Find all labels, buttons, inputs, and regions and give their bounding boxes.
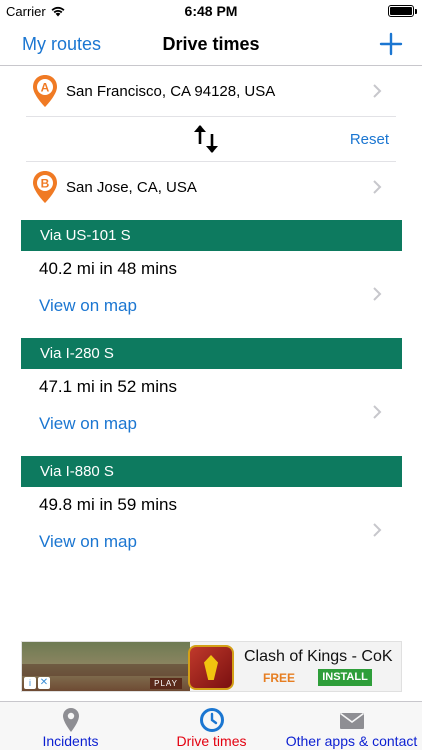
chevron-right-icon (373, 84, 382, 98)
tab-other-apps[interactable]: Other apps & contact (281, 702, 422, 750)
destination-row[interactable]: B San Jose, CA, USA (0, 162, 422, 212)
view-on-map-link[interactable]: View on map (39, 296, 137, 316)
ad-app-icon[interactable] (188, 645, 234, 690)
route-summary: 40.2 mi in 48 mins (39, 259, 177, 278)
tab-incidents[interactable]: Incidents (0, 702, 141, 750)
divider (26, 116, 396, 117)
view-on-map-link[interactable]: View on map (39, 532, 137, 552)
ad-info-icon[interactable]: i (24, 677, 36, 689)
ad-install-button[interactable]: INSTALL (318, 669, 372, 686)
tab-other-apps-label: Other apps & contact (285, 733, 418, 749)
chevron-right-icon[interactable] (372, 522, 382, 538)
route-header: Via I-280 S (21, 338, 402, 369)
ad-price: FREE (263, 671, 296, 685)
status-time: 6:48 PM (184, 3, 238, 19)
chevron-right-icon[interactable] (372, 404, 382, 420)
view-on-map-link[interactable]: View on map (39, 414, 137, 434)
clock-icon (199, 708, 224, 732)
ad-title: Clash of Kings - CoK (244, 648, 393, 665)
battery-icon (388, 5, 417, 17)
marker-b-letter: B (41, 177, 50, 191)
swap-arrows-icon[interactable] (192, 122, 220, 156)
tab-drive-times[interactable]: Drive times (141, 702, 282, 750)
tab-incidents-label: Incidents (42, 733, 99, 749)
reset-button[interactable]: Reset (350, 131, 389, 148)
marker-b-icon: B (33, 171, 57, 203)
page-title: Drive times (162, 34, 260, 54)
marker-a-icon: A (33, 75, 57, 107)
route-summary: 47.1 mi in 52 mins (39, 377, 177, 396)
ad-banner[interactable]: PLAY i ✕ Clash of Kings - CoK FREE INSTA… (21, 641, 402, 692)
map-pin-icon (62, 708, 79, 732)
tab-bar: Incidents Drive times Other apps & conta… (0, 701, 422, 750)
route-header: Via I-880 S (21, 456, 402, 487)
chevron-right-icon[interactable] (372, 286, 382, 302)
tab-drive-times-label: Drive times (176, 733, 247, 749)
chevron-right-icon (373, 180, 382, 194)
ad-play-label: PLAY (150, 678, 182, 689)
route-summary: 49.8 mi in 59 mins (39, 495, 177, 514)
status-bar: Carrier 6:48 PM (0, 0, 422, 22)
route-header: Via US-101 S (21, 220, 402, 251)
origin-address: San Francisco, CA 94128, USA (66, 83, 276, 100)
origin-row[interactable]: A San Francisco, CA 94128, USA (0, 66, 422, 116)
ad-close-icon[interactable]: ✕ (38, 677, 50, 689)
marker-a-letter: A (41, 81, 50, 95)
navigation-bar: My routes Drive times (0, 22, 422, 66)
destination-address: San Jose, CA, USA (66, 179, 197, 196)
plus-icon[interactable] (376, 29, 406, 59)
envelope-icon (339, 712, 364, 729)
